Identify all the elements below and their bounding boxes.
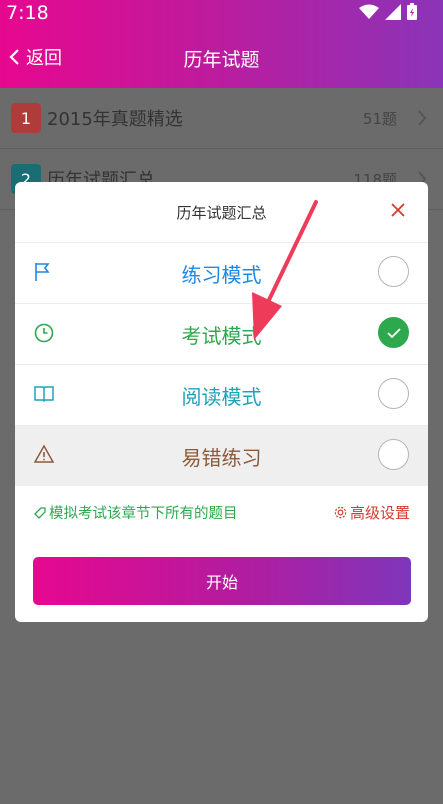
mode-label: 易错练习 bbox=[181, 446, 262, 470]
mode-description: 模拟考试该章节下所有的题目 bbox=[33, 502, 238, 523]
mode-exam[interactable]: 考试模式 bbox=[15, 303, 428, 364]
gear-icon bbox=[334, 506, 347, 519]
mode-label: 练习模式 bbox=[181, 263, 262, 287]
mode-mistakes[interactable]: 易错练习 bbox=[15, 425, 428, 486]
close-icon[interactable] bbox=[390, 202, 406, 218]
mode-radio[interactable] bbox=[378, 439, 409, 470]
mode-radio-checked[interactable] bbox=[378, 317, 409, 348]
mode-label: 考试模式 bbox=[181, 324, 262, 348]
tag-icon bbox=[34, 506, 46, 519]
mode-label: 阅读模式 bbox=[181, 385, 262, 409]
advanced-settings-link[interactable]: 高级设置 bbox=[333, 502, 410, 523]
mode-radio[interactable] bbox=[378, 256, 409, 287]
mode-practice[interactable]: 练习模式 bbox=[15, 242, 428, 303]
description-text: 模拟考试该章节下所有的题目 bbox=[49, 506, 238, 522]
start-button[interactable]: 开始 bbox=[33, 557, 411, 605]
advanced-settings-label: 高级设置 bbox=[349, 504, 410, 522]
mode-dialog: 历年试题汇总 练习模式 考试模式 阅读模式 易错练习 模拟考试该章节下所有的题目… bbox=[15, 182, 428, 622]
checkmark-icon bbox=[386, 327, 401, 338]
mode-radio[interactable] bbox=[378, 378, 409, 409]
dialog-title: 历年试题汇总 bbox=[176, 204, 267, 222]
mode-reading[interactable]: 阅读模式 bbox=[15, 364, 428, 425]
